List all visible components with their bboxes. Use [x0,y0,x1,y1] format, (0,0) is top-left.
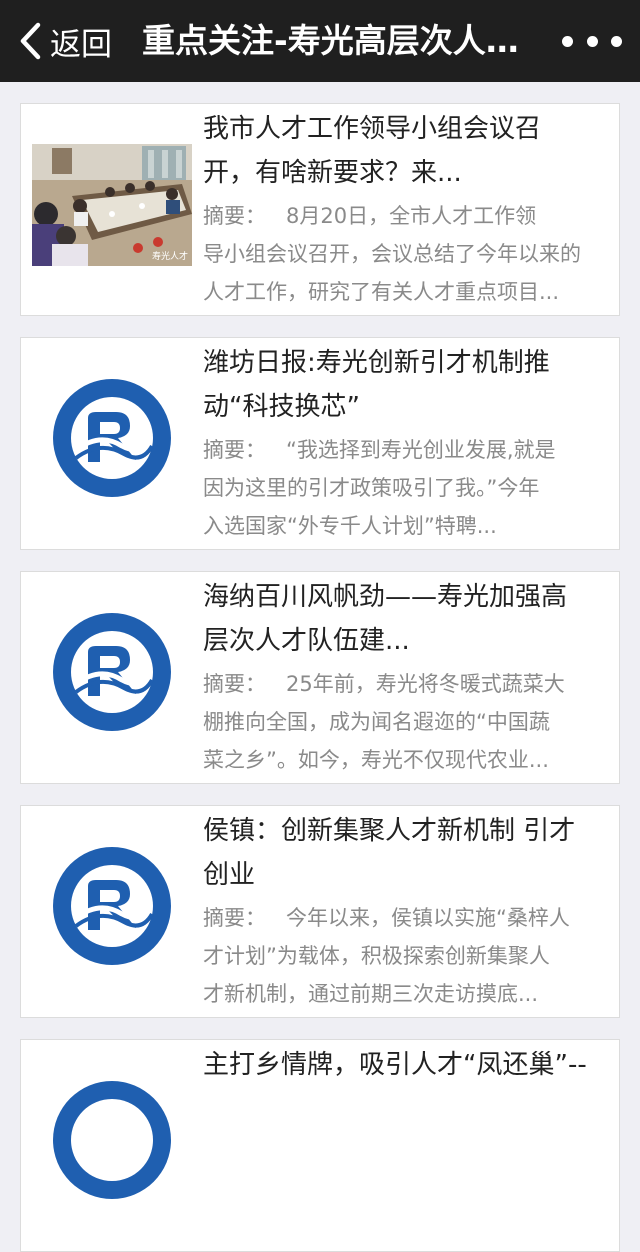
article-summary: 摘要： 今年以来，侯镇以实施“桑梓人 才计划”为载体，积极探索创新集聚人 才新机制… [203,906,570,1006]
summary-label: 摘要： [203,438,266,462]
article-card[interactable]: 潍坊日报:寿光创新引才机制推 动“科技换芯” 摘要： “我选择到寿光创业发展,就是… [20,337,620,550]
article-card[interactable]: 海纳百川风帆劲——寿光加强高 层次人才队伍建... 摘要： 25年前，寿光将冬暖式… [20,571,620,784]
article-title: 主打乡情牌，吸引人才“凤还巢”-- [203,1050,587,1080]
meeting-photo: 寿光人才 [32,144,192,266]
article-title: 潍坊日报:寿光创新引才机制推 动“科技换芯” [203,348,550,422]
article-card[interactable]: 主打乡情牌，吸引人才“凤还巢”-- [20,1039,620,1252]
back-button[interactable]: 返回 [18,0,112,82]
top-nav-bar: 返回 重点关注-寿光高层次人才队伍建设 [0,0,640,82]
article-summary: 摘要： “我选择到寿光创业发展,就是 因为这里的引才政策吸引了我。”今年 入选国家… [203,438,556,538]
summary-label: 摘要： [203,906,266,930]
article-card[interactable]: 侯镇：创新集聚人才新机制 引才 创业 摘要： 今年以来，侯镇以实施“桑梓人 才计划… [20,805,620,1018]
article-summary: 摘要： 8月20日，全市人才工作领 导小组会议召开，会议总结了今年以来的 人才工作… [203,204,581,304]
summary-label: 摘要： [203,204,266,228]
article-title: 海纳百川风帆劲——寿光加强高 层次人才队伍建... [203,582,568,656]
summary-label: 摘要： [203,672,266,696]
article-card[interactable]: 寿光人才 我市人才工作领导小组会议召 开，有啥新要求？来... 摘要： 8月20日… [20,103,620,316]
talent-association-logo [32,838,192,973]
article-summary: 摘要： 25年前，寿光将冬暖式蔬菜大 棚推向全国，成为闻名遐迩的“中国蔬 菜之乡”… [203,672,565,772]
page-title: 重点关注-寿光高层次人才队伍建设 [142,21,534,60]
photo-watermark: 寿光人才 [151,252,188,262]
article-title: 侯镇：创新集聚人才新机制 引才 创业 [203,816,576,890]
chevron-left-icon [20,22,41,60]
back-label: 返回 [50,26,112,63]
more-dots-icon[interactable] [562,26,622,56]
article-title: 我市人才工作领导小组会议召 开，有啥新要求？来... [203,114,542,188]
talent-association-logo [32,604,192,739]
talent-association-logo [32,370,192,505]
talent-association-logo [32,1072,192,1207]
